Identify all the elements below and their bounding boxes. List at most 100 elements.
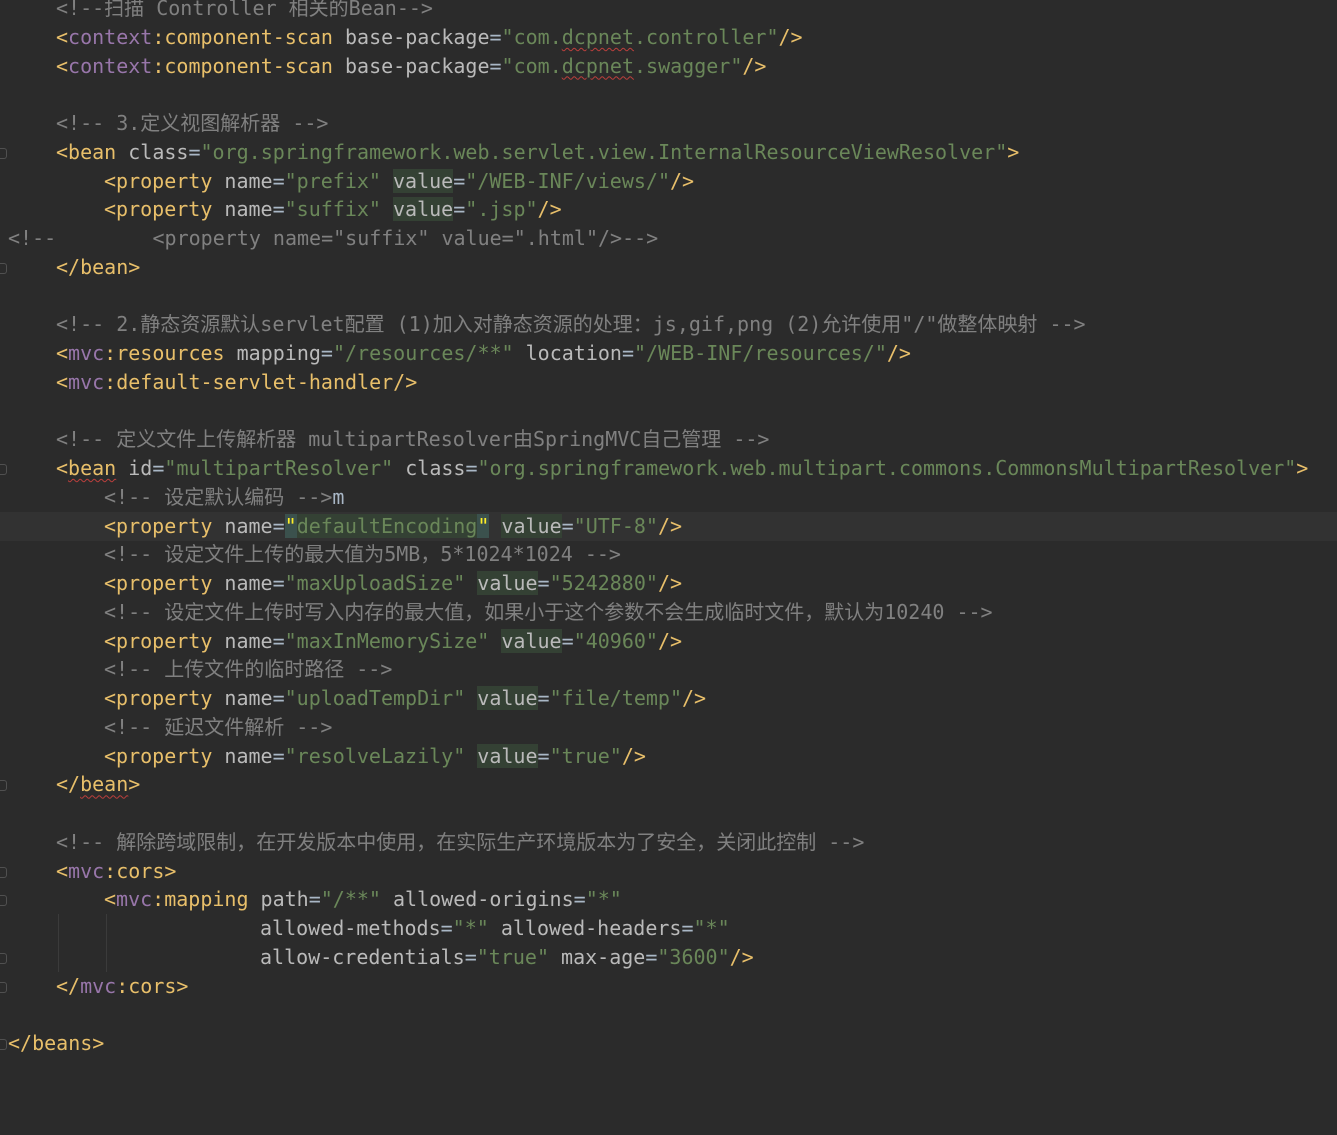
code-token: :default-servlet-handler/> [104,369,418,394]
code-line[interactable]: <!-- 2.静态资源默认servlet配置 (1)加入对静态资源的处理：js,… [0,310,1337,339]
code-line[interactable]: <!-- 延迟文件解析 --> [0,713,1337,742]
code-token: = [537,686,550,710]
code-token: "com. [501,24,562,49]
code-token: <property [104,743,225,768]
code-text: allowed-methods="*" allowed-headers="*" [260,914,730,943]
code-line[interactable]: <mvc:cors> [0,857,1337,886]
code-line[interactable]: <!-- 定义文件上传解析器 multipartResolver由SpringM… [0,425,1337,454]
code-token: value [477,571,538,595]
fold-marker-icon[interactable] [0,1039,7,1050]
code-token: </bean> [56,254,141,279]
code-line[interactable]: <!-- 解除跨域限制，在开发版本中使用，在实际生产环境版本为了安全，关闭此控制… [0,828,1337,857]
code-line[interactable] [0,282,1337,311]
code-token: max-age [561,944,646,969]
code-token: = [152,456,165,480]
code-line[interactable]: allow-credentials="true" max-age="3600"/… [0,942,1337,972]
code-token: /> [729,944,754,969]
code-line[interactable]: </mvc:cors> [0,972,1337,1001]
fold-marker-icon[interactable] [0,895,7,907]
code-token: "multipartResolver" [164,456,406,480]
code-token: = [489,24,502,49]
code-token: = [453,168,466,193]
fold-marker-icon[interactable] [0,147,7,159]
code-token: <property [104,513,225,538]
code-token: < [56,456,69,480]
code-token: value [477,686,538,710]
code-line[interactable]: <mvc:default-servlet-handler/> [0,368,1337,397]
code-text: <!-- 解除跨域限制，在开发版本中使用，在实际生产环境版本为了安全，关闭此控制… [56,828,864,857]
code-token: "*" [585,887,622,912]
code-token: < [56,369,69,394]
code-token: "/resources/**" [332,341,526,365]
code-line[interactable] [0,799,1337,828]
code-line[interactable]: <!-- 设定文件上传时写入内存的最大值，如果小于这个参数不会生成临时文件，默认… [0,598,1337,627]
code-token: <!-- 设定默认编码 --> [104,484,333,509]
code-token: <!-- 设定文件上传时写入内存的最大值，如果小于这个参数不会生成临时文件，默认… [104,599,993,624]
code-line[interactable]: <property name="maxInMemorySize" value="… [0,627,1337,656]
code-line[interactable]: <property name="resolveLazily" value="tr… [0,742,1337,771]
code-line[interactable]: </bean> [0,770,1337,799]
code-line[interactable]: <!--扫描 Controller 相关的Bean--> [0,0,1337,23]
code-line[interactable]: <bean class="org.springframework.web.ser… [0,138,1337,167]
code-token: " [477,513,490,538]
code-token: mvc [68,369,105,394]
fold-marker-icon[interactable] [0,780,7,792]
code-line[interactable]: <!-- <property name="suffix" value=".htm… [0,224,1337,253]
code-token: "*" [452,916,501,940]
code-line[interactable]: <!-- 设定默认编码 -->m [0,483,1337,512]
code-token: "resolveLazily" [284,743,478,768]
code-token: "*" [693,916,730,940]
code-token: <!-- 定义文件上传解析器 multipartResolver由SpringM… [56,427,770,452]
fold-marker-icon[interactable] [0,464,7,475]
code-text: <property name="defaultEncoding" value="… [104,512,682,541]
code-line[interactable] [0,1000,1337,1029]
code-line[interactable] [0,397,1337,426]
code-token: name [224,197,273,222]
code-line[interactable]: </beans> [0,1029,1337,1058]
code-line[interactable]: <context:component-scan base-package="co… [0,52,1337,81]
code-line[interactable]: <mvc:resources mapping="/resources/**" l… [0,339,1337,368]
fold-marker-icon[interactable] [0,952,7,964]
code-line[interactable]: </bean> [0,253,1337,282]
fold-marker-icon[interactable] [0,262,7,274]
code-token: class [405,456,466,480]
fold-marker-icon[interactable] [0,866,7,878]
code-line[interactable]: <property name="maxUploadSize" value="52… [0,569,1337,598]
code-token: <!--扫描 Controller 相关的Bean--> [56,0,433,20]
code-token: class [128,139,189,164]
code-line[interactable]: <bean id="multipartResolver" class="org.… [0,454,1337,483]
code-line[interactable]: <!-- 3.定义视图解析器 --> [0,109,1337,138]
code-token: <property [104,168,225,193]
code-token: "/WEB-INF/views/" [465,168,670,193]
code-token: = [561,628,574,653]
code-line[interactable]: <property name="uploadTempDir" value="fi… [0,684,1337,713]
code-line[interactable]: <!-- 上传文件的临时路径 --> [0,655,1337,684]
code-token: :component-scan [152,24,345,49]
code-token: /> [742,53,767,78]
code-token: context [68,24,153,49]
code-line[interactable]: <!-- 设定文件上传的最大值为5MB，5*1024*1024 --> [0,540,1337,569]
code-line[interactable] [0,80,1337,109]
code-token: :cors> [104,858,177,883]
code-token: <property [104,686,225,710]
code-line[interactable]: <context:component-scan base-package="co… [0,23,1337,52]
code-line[interactable]: <property name="prefix" value="/WEB-INF/… [0,167,1337,196]
code-token: :component-scan [152,53,345,78]
code-text: <mvc:resources mapping="/resources/**" l… [56,339,911,368]
code-text: <!-- <property name="suffix" value=".htm… [8,224,658,253]
code-text: <property name="resolveLazily" value="tr… [104,742,646,771]
code-line[interactable]: allowed-methods="*" allowed-headers="*" [0,914,1337,943]
fold-marker-icon[interactable] [0,981,7,993]
code-token: allowed-origins [393,887,574,912]
code-token: "suffix" [284,197,394,222]
code-text: <!-- 定义文件上传解析器 multipartResolver由SpringM… [56,425,769,454]
code-token: = [272,571,285,595]
code-line-current[interactable]: <property name="defaultEncoding" value="… [0,511,1337,541]
code-line[interactable]: <property name="suffix" value=".jsp"/> [0,195,1337,224]
code-token: name [224,628,273,653]
code-token: /> [657,571,683,595]
code-editor[interactable]: <!--扫描 Controller 相关的Bean--> <context:com… [0,0,1337,1135]
code-token: > [128,772,141,797]
code-token: "org.springframework.web.multipart.commo… [477,456,1297,480]
code-line[interactable]: <mvc:mapping path="/**" allowed-origins=… [0,885,1337,914]
